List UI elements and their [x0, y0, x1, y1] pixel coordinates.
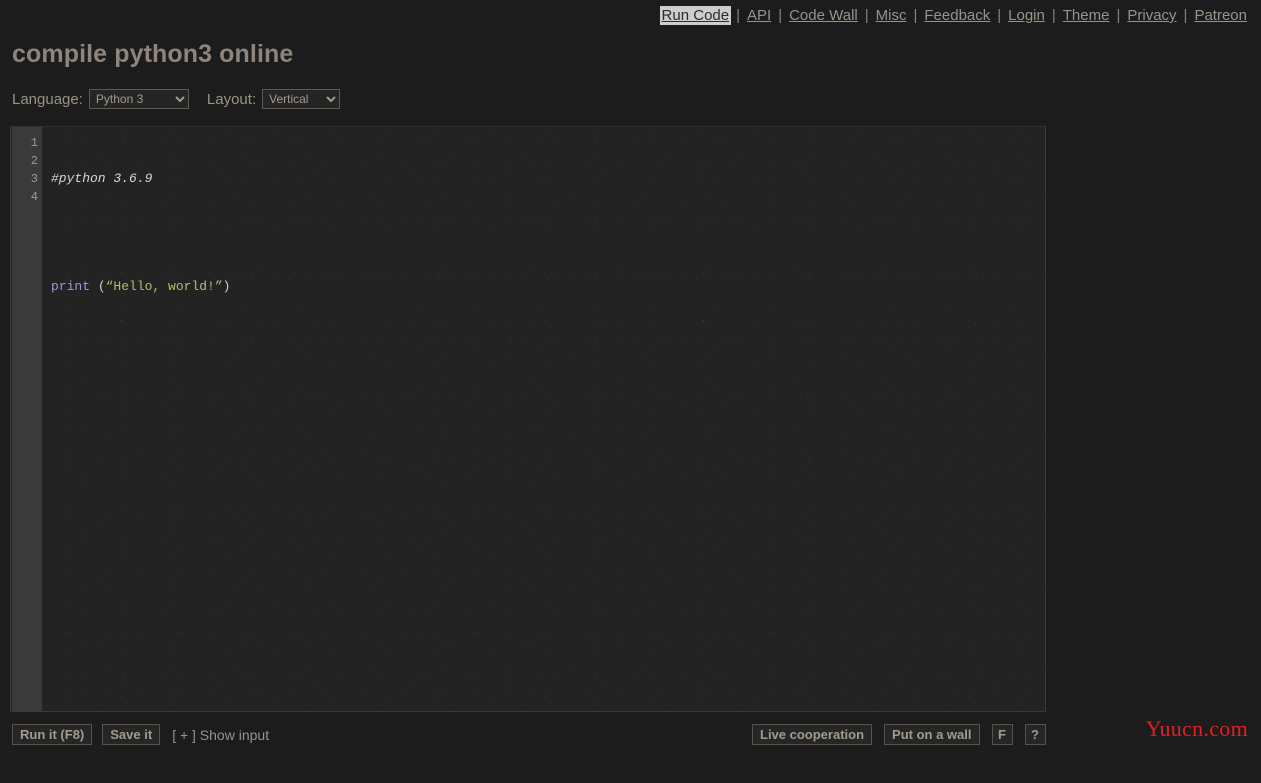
run-button[interactable]: Run it (F8)	[12, 724, 93, 745]
nav-link-login[interactable]: Login	[1006, 6, 1047, 25]
language-select[interactable]: Python 3	[88, 89, 189, 109]
nav-link-misc[interactable]: Misc	[874, 6, 909, 25]
line-number: 1	[30, 136, 38, 150]
code-content[interactable]: #python 3.6.9 print (“Hello, world!”)	[51, 134, 1045, 711]
line-number: 4	[30, 190, 38, 204]
save-button[interactable]: Save it	[102, 724, 161, 745]
bottom-toolbar: Run it (F8) Save it [ + ] Show input Liv…	[0, 724, 1261, 748]
nav-link-code-wall[interactable]: Code Wall	[787, 6, 860, 25]
nav-link-theme[interactable]: Theme	[1061, 6, 1112, 25]
nav-link-privacy[interactable]: Privacy	[1125, 6, 1178, 25]
code-line: #python 3.6.9	[51, 170, 1045, 188]
code-line: print (“Hello, world!”)	[51, 278, 1045, 296]
nav-link-feedback[interactable]: Feedback	[922, 6, 992, 25]
nav-link-patreon[interactable]: Patreon	[1192, 6, 1249, 25]
toolbar-left-group: Run it (F8) Save it [ + ] Show input	[12, 724, 269, 745]
line-number: 3	[30, 172, 38, 186]
layout-select[interactable]: Vertical	[262, 89, 341, 109]
page-title: compile python3 online	[12, 40, 294, 68]
language-label: Language:	[12, 90, 83, 108]
nav-separator: |	[913, 7, 918, 24]
code-editor[interactable]: 1 2 3 4 #python 3.6.9 print (“Hello, wor…	[10, 126, 1046, 712]
show-input-toggle[interactable]: [ + ] Show input	[172, 727, 269, 743]
line-number: 2	[30, 154, 38, 168]
code-token-punct: )	[222, 279, 231, 294]
nav-separator: |	[864, 7, 869, 24]
nav-link-run-code[interactable]: Run Code	[659, 6, 732, 25]
code-token-comment: #python 3.6.9	[51, 171, 153, 186]
nav-separator: |	[1051, 7, 1056, 24]
line-number-gutter: 1 2 3 4	[12, 127, 42, 711]
site-watermark: Yuucn.com	[1145, 716, 1248, 741]
put-on-a-wall-button[interactable]: Put on a wall	[884, 724, 980, 745]
layout-label: Layout:	[206, 90, 257, 108]
nav-separator: |	[736, 7, 740, 24]
nav-separator: |	[1183, 7, 1188, 24]
top-navigation: Run Code | API | Code Wall | Misc | Feed…	[659, 6, 1249, 25]
toolbar-right-group: Live cooperation Put on a wall F ?	[752, 724, 1058, 745]
live-cooperation-button[interactable]: Live cooperation	[752, 724, 873, 745]
code-token-keyword: print	[51, 279, 91, 294]
code-token-string: “Hello, world!”	[105, 279, 223, 294]
nav-separator: |	[1116, 7, 1121, 24]
nav-separator: |	[997, 7, 1002, 24]
controls-row: Language: Python 3 Layout: Vertical	[12, 89, 341, 109]
nav-link-api[interactable]: API	[745, 6, 773, 25]
nav-separator: |	[778, 7, 783, 24]
help-button[interactable]: ?	[1024, 724, 1046, 745]
code-token-punct: (	[90, 279, 106, 294]
fullscreen-button[interactable]: F	[991, 724, 1013, 745]
